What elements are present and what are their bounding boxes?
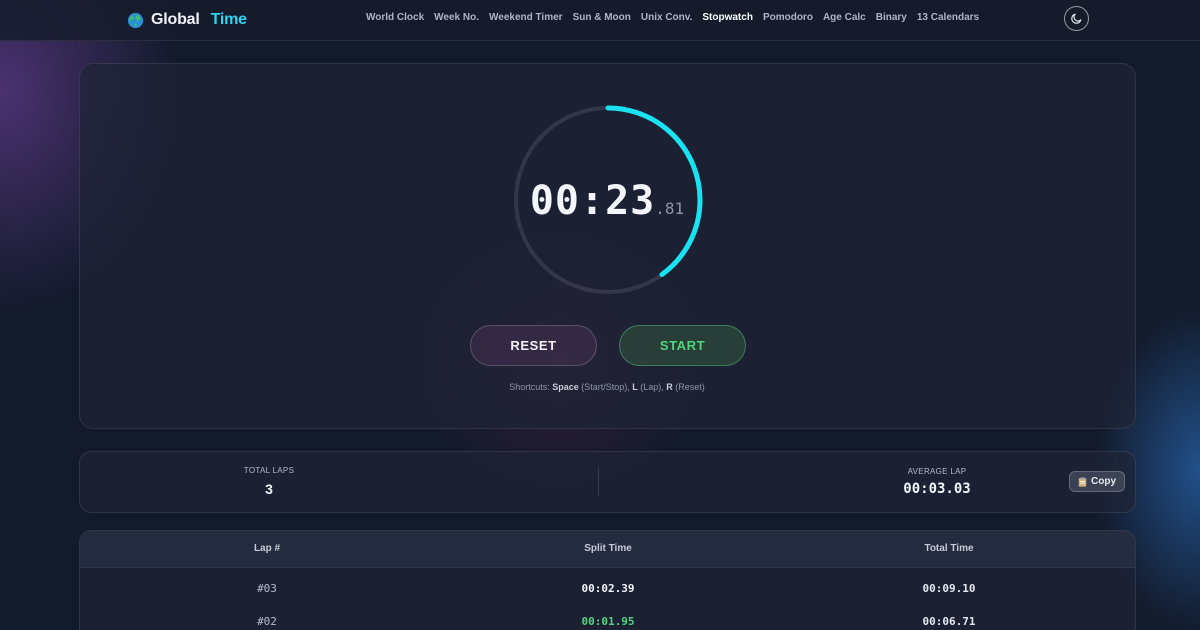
main-nav: World Clock Week No. Weekend Timer Sun &… (366, 12, 979, 28)
column-header-lap: Lap # (253, 543, 281, 554)
shortcut-space-desc: (Start/Stop), (578, 382, 633, 392)
elapsed-time: 00:23 (529, 178, 656, 224)
shortcut-key-space: Space (552, 382, 579, 392)
split-time: 00:02.39 (581, 582, 635, 595)
column-header-total: Total Time (924, 543, 974, 554)
column-header-split: Split Time (584, 543, 632, 554)
table-row: #03 00:02.39 00:09.10 (80, 574, 1135, 604)
table-row: #02 00:01.95 00:06.71 (80, 607, 1135, 630)
lap-number: #02 (257, 615, 277, 628)
clipboard-icon (1078, 476, 1087, 487)
laps-table-header: Lap # Split Time Total Time (80, 531, 1135, 568)
top-nav-bar: Global Time World Clock Week No. Weekend… (0, 0, 1200, 41)
keyboard-shortcuts-hint: Shortcuts: Space (Start/Stop), L (Lap), … (0, 382, 1200, 392)
stats-divider (598, 467, 599, 496)
copy-label: Copy (1091, 476, 1116, 487)
stopwatch-display: 00:23.81 (0, 178, 1200, 224)
nav-sun-moon[interactable]: Sun & Moon (573, 12, 631, 28)
shortcut-reset-desc: (Reset) (672, 382, 705, 392)
nav-weekend-timer[interactable]: Weekend Timer (489, 12, 563, 28)
shortcuts-prefix: Shortcuts: (509, 382, 553, 392)
moon-icon (1071, 13, 1082, 24)
elapsed-milliseconds: .81 (655, 199, 685, 218)
average-lap-label: AVERAGE LAP (907, 467, 967, 476)
copy-laps-button[interactable]: Copy (1069, 471, 1125, 492)
laps-table: Lap # Split Time Total Time #03 00:02.39… (79, 530, 1136, 630)
split-time-best: 00:01.95 (581, 615, 635, 628)
reset-button[interactable]: RESET (470, 325, 597, 366)
average-lap-value: 00:03.03 (903, 481, 971, 497)
total-time: 00:09.10 (922, 582, 976, 595)
total-laps-value: 3 (265, 481, 273, 497)
lap-number: #03 (257, 582, 277, 595)
nav-unix-converter[interactable]: Unix Conv. (641, 12, 692, 28)
nav-week-number[interactable]: Week No. (434, 12, 479, 28)
shortcut-lap-desc: (Lap), (637, 382, 667, 392)
brand-name-accent: Time (210, 11, 247, 28)
brand-logo[interactable]: Global Time (127, 9, 247, 31)
total-laps-label: TOTAL LAPS (243, 466, 295, 475)
nav-stopwatch[interactable]: Stopwatch (702, 12, 753, 28)
nav-world-clock[interactable]: World Clock (366, 12, 424, 28)
total-time: 00:06.71 (922, 615, 976, 628)
nav-binary[interactable]: Binary (876, 12, 907, 28)
nav-age-calc[interactable]: Age Calc (823, 12, 866, 28)
globe-icon (127, 12, 144, 28)
brand-name-primary: Global (151, 11, 200, 28)
theme-toggle-button[interactable] (1064, 6, 1089, 31)
nav-pomodoro[interactable]: Pomodoro (763, 12, 813, 28)
nav-13-calendars[interactable]: 13 Calendars (917, 12, 979, 28)
start-button[interactable]: START (619, 325, 746, 366)
